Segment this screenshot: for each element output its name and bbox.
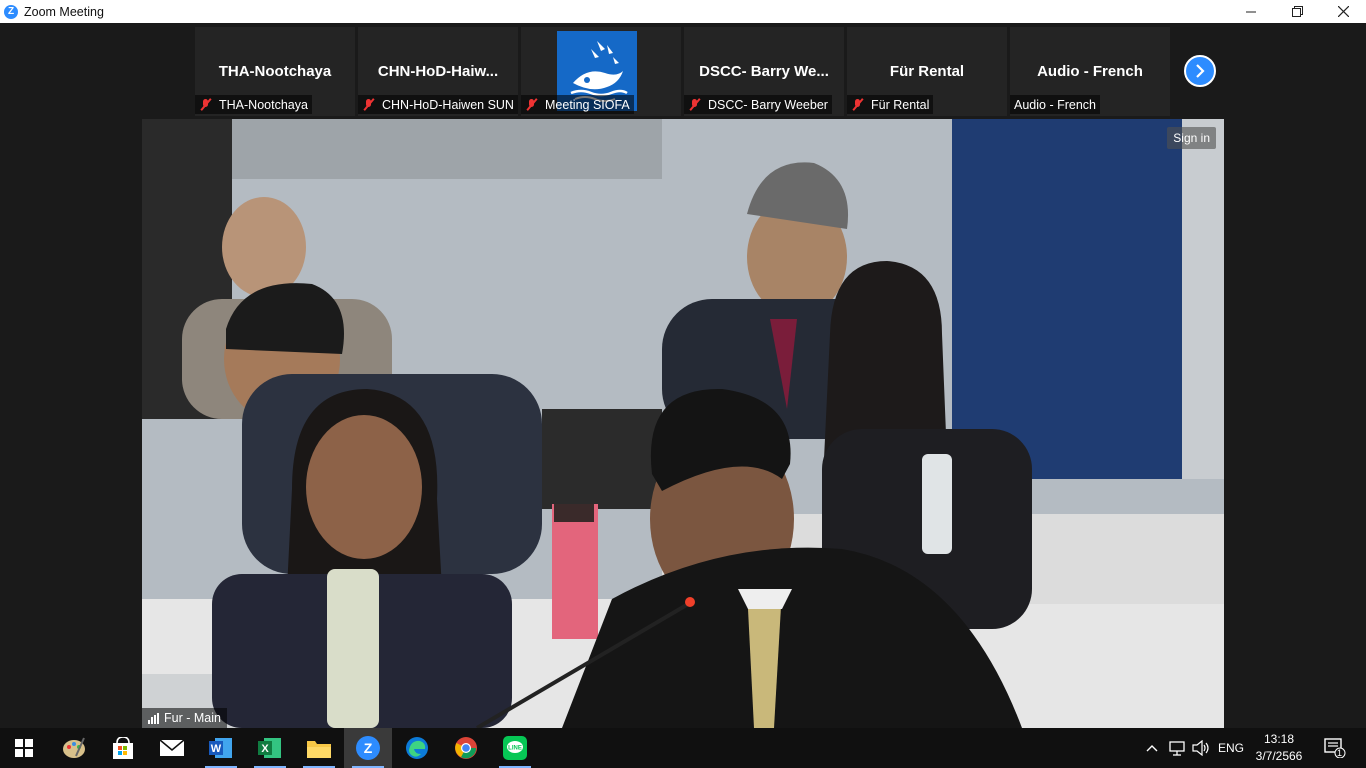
muted-mic-icon (525, 98, 539, 111)
main-video[interactable]: Sign in Fur - Main (142, 119, 1224, 728)
volume-button[interactable] (1192, 728, 1210, 768)
store-icon (113, 737, 133, 759)
participant-label-text: THA-Nootchaya (219, 97, 308, 112)
signal-strength-icon (148, 712, 159, 724)
speaker-label-text: Fur - Main (164, 711, 221, 725)
participant-label-text: DSCC- Barry Weeber (708, 97, 828, 112)
taskbar-word[interactable]: W (197, 728, 245, 768)
participant-tile[interactable]: DSCC- Barry We... DSCC- Barry Weeber (684, 27, 844, 116)
mail-icon (159, 739, 185, 756)
participant-name: Audio - French (1037, 63, 1143, 80)
participant-label-text: Für Rental (871, 97, 930, 112)
taskbar-file-explorer[interactable] (295, 728, 343, 768)
restore-icon (1291, 6, 1303, 17)
clock[interactable]: 13:18 3/7/2566 (1248, 731, 1310, 765)
participant-label: THA-Nootchaya (195, 95, 312, 114)
zoom-app-icon: Z (4, 4, 18, 19)
taskbar-mail[interactable] (148, 728, 196, 768)
next-page-button[interactable] (1184, 55, 1216, 87)
participant-label: Meeting SIOFA (521, 95, 634, 114)
taskbar-store[interactable] (99, 728, 147, 768)
start-button[interactable] (0, 728, 48, 768)
excel-icon: X (258, 738, 281, 758)
chrome-icon (455, 737, 477, 759)
restore-button[interactable] (1274, 0, 1320, 23)
taskbar-chrome[interactable] (442, 728, 490, 768)
show-hidden-icons-button[interactable] (1146, 728, 1158, 768)
participant-name: THA-Nootchaya (218, 63, 332, 80)
network-button[interactable] (1169, 728, 1187, 768)
notification-icon (1324, 738, 1346, 758)
close-icon (1337, 6, 1349, 17)
participant-tile[interactable]: CHN-HoD-Haiw... CHN-HoD-Haiwen SUN (358, 27, 518, 116)
windows-start-icon (15, 739, 33, 757)
taskbar-paint[interactable] (50, 728, 98, 768)
taskbar-line[interactable]: LINE (491, 728, 539, 768)
participant-tile[interactable]: Meeting SIOFA (521, 27, 681, 116)
speaker-icon (1192, 740, 1209, 756)
taskbar-excel[interactable]: X (246, 728, 294, 768)
window-title: Zoom Meeting (24, 4, 104, 19)
participant-tile[interactable]: Für Rental Für Rental (847, 27, 1007, 116)
svg-text:Z: Z (364, 740, 373, 756)
svg-text:X: X (261, 743, 269, 755)
taskbar-zoom[interactable]: Z (344, 728, 392, 768)
participant-label-text: CHN-HoD-Haiwen SUN (382, 97, 514, 112)
participant-label: Für Rental (847, 95, 934, 114)
video-frame (142, 119, 1224, 728)
participant-label: Audio - French (1010, 95, 1100, 114)
sign-in-button[interactable]: Sign in (1167, 127, 1216, 149)
clock-date: 3/7/2566 (1255, 749, 1303, 763)
participant-label: CHN-HoD-Haiwen SUN (358, 95, 518, 114)
svg-text:LINE: LINE (508, 746, 522, 752)
notification-count: 1 (1337, 748, 1343, 758)
minimize-icon (1246, 11, 1256, 12)
chevron-right-icon (1196, 64, 1205, 78)
close-button[interactable] (1320, 0, 1366, 23)
chevron-up-icon (1146, 745, 1158, 752)
title-bar: Z Zoom Meeting (0, 0, 1366, 23)
folder-icon (307, 741, 331, 758)
network-icon (1169, 741, 1185, 756)
taskbar-edge[interactable] (393, 728, 441, 768)
participant-tile[interactable]: THA-Nootchaya THA-Nootchaya (195, 27, 355, 116)
muted-mic-icon (199, 98, 213, 111)
notification-center-button[interactable]: 1 (1320, 728, 1350, 768)
participant-name: Für Rental (889, 63, 965, 80)
muted-mic-icon (362, 98, 376, 111)
svg-text:W: W (211, 743, 222, 755)
muted-mic-icon (851, 98, 865, 111)
participant-name: DSCC- Barry We... (699, 63, 829, 80)
minimize-button[interactable] (1228, 0, 1274, 23)
participant-label-text: Audio - French (1014, 97, 1096, 112)
line-icon: LINE (503, 736, 527, 760)
taskbar: W X Z LINE ENG 13:18 3/7/2566 1 (0, 728, 1366, 768)
participant-tile[interactable]: Audio - French Audio - French (1010, 27, 1170, 116)
speaker-label: Fur - Main (142, 708, 227, 728)
language-indicator[interactable]: ENG (1218, 728, 1244, 768)
paint-icon (63, 737, 85, 758)
zoom-icon: Z (356, 736, 380, 760)
participant-name: CHN-HoD-Haiw... (377, 63, 499, 80)
edge-icon (406, 737, 428, 759)
word-icon: W (209, 738, 232, 758)
clock-time: 13:18 (1263, 732, 1295, 746)
participant-label-text: Meeting SIOFA (545, 97, 630, 112)
muted-mic-icon (688, 98, 702, 111)
participant-gallery: THA-Nootchaya THA-Nootchaya CHN-HoD-Haiw… (0, 23, 1366, 119)
participant-label: DSCC- Barry Weeber (684, 95, 832, 114)
